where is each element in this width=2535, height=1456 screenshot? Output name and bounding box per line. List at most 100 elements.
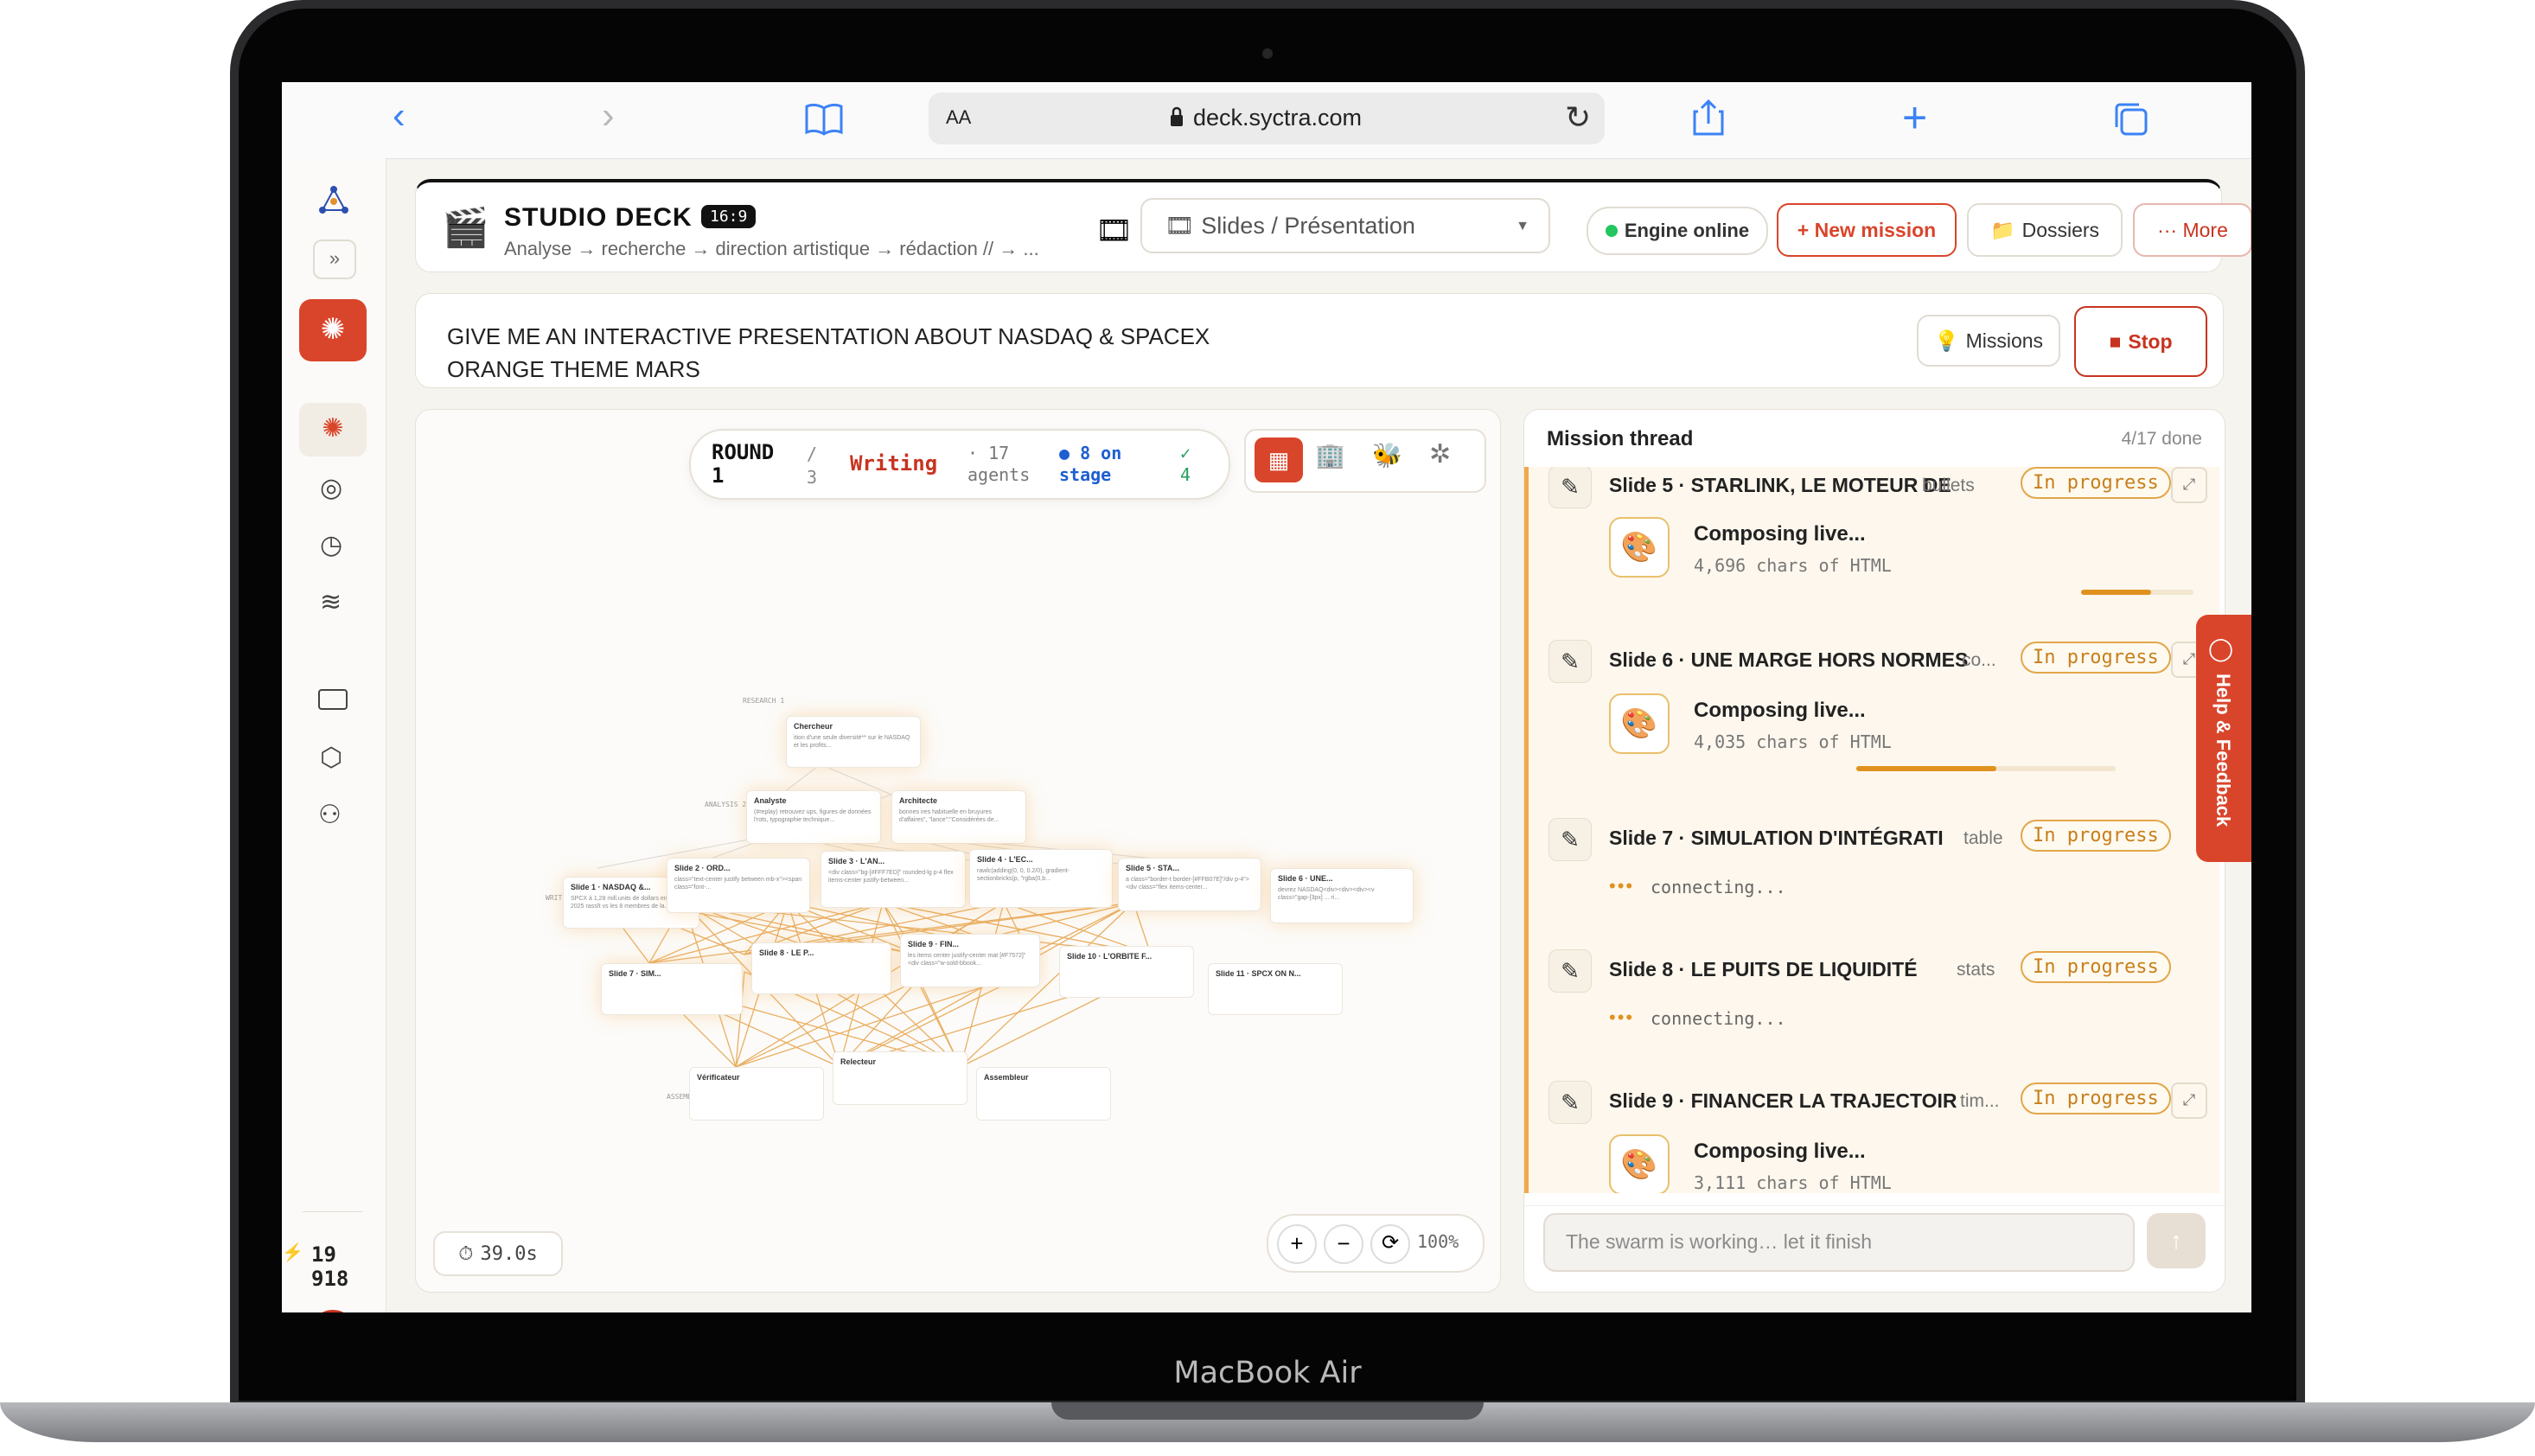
format-select-value: Slides / Présentation xyxy=(1201,212,1415,239)
thread-composer: The swarm is working… let it finish ↑ xyxy=(1524,1205,2225,1292)
on-stage-count: ● 8 on stage xyxy=(1059,443,1122,485)
compose-detail: 4,035 chars of HTML xyxy=(1694,731,1892,752)
dossiers-label: Dossiers xyxy=(2021,218,2100,241)
agent-node[interactable]: Assembleur xyxy=(976,1067,1111,1121)
progress-rail xyxy=(1524,467,1529,623)
compose-progress-track xyxy=(1856,766,2116,771)
reload-icon[interactable]: ↻ xyxy=(1565,99,1591,136)
nav-compass-icon[interactable]: ◎ xyxy=(320,473,342,503)
progress-rail xyxy=(1524,623,1529,799)
agent-node[interactable]: Architecte bonnes ires habituelle en bruy… xyxy=(891,790,1026,844)
nav-history-icon[interactable]: ◷ xyxy=(320,530,342,560)
agent-node[interactable]: Chercheur ition d'une seule diversité** s… xyxy=(786,716,921,768)
progress-rail xyxy=(1524,799,1529,930)
pencil-icon: ✎ xyxy=(1548,467,1592,508)
round-label: ROUND 1 xyxy=(712,440,775,488)
back-icon[interactable]: ‹ xyxy=(393,94,405,137)
agent-node[interactable]: Slide 10 · L'ORBITE F... xyxy=(1059,946,1194,998)
new-tab-icon[interactable]: + xyxy=(1902,93,1927,143)
reader-button[interactable]: AA xyxy=(946,106,971,129)
zoom-out-button[interactable]: − xyxy=(1324,1224,1363,1264)
primary-action-button[interactable]: ✺ xyxy=(299,299,367,361)
slide-title: Slide 7 · SIMULATION D'INTÉGRATI xyxy=(1609,827,1944,849)
more-button[interactable]: ··· More xyxy=(2133,203,2251,257)
progress-rail xyxy=(1524,930,1529,1062)
agent-node[interactable]: Slide 7 · SIM... xyxy=(601,963,743,1015)
nav-swarm-icon[interactable]: ✺ xyxy=(299,403,367,457)
left-rail: » ✺ ✺ ◎ ◷ ≋ ⬡ ⚇ ⚡ 19 918 Y xyxy=(282,158,386,1312)
address-bar[interactable]: AA deck.syctra.com ↻ xyxy=(929,93,1605,144)
bookmarks-icon[interactable] xyxy=(804,101,844,136)
agent-node[interactable]: Analyste (#replay) retrouvez ups, figures… xyxy=(746,790,881,844)
status-badge: In progress xyxy=(2021,820,2171,852)
help-feedback-label: Help & Feedback xyxy=(2213,674,2234,827)
nav-billing-icon[interactable] xyxy=(318,689,348,710)
mission-thread-panel: Mission thread 4/17 done ✎ Slide 5 · STA… xyxy=(1523,409,2225,1293)
agent-node[interactable]: Relecteur xyxy=(833,1051,967,1105)
missions-label: Missions xyxy=(1965,329,2044,352)
message-input[interactable]: The swarm is working… let it finish xyxy=(1543,1213,2135,1272)
message-input-placeholder: The swarm is working… let it finish xyxy=(1566,1230,1873,1253)
swarm-canvas[interactable]: ROUND 1 / 3 Writing · 17 agents ● 8 on s… xyxy=(415,409,1501,1293)
studio-header: 🎬 STUDIO DECK 16:9 Analyse → recherche →… xyxy=(415,179,2251,272)
slide-type: table xyxy=(1964,828,2003,848)
thread-item[interactable]: ✎ Slide 8 · LE PUITS DE LIQUIDITÉ stats … xyxy=(1524,930,2219,1063)
expand-icon[interactable]: ⤢ xyxy=(2171,467,2207,503)
nav-layers-icon[interactable]: ≋ xyxy=(320,587,342,617)
rail-divider xyxy=(303,1211,363,1212)
expand-rail-button[interactable]: » xyxy=(313,239,356,279)
share-icon[interactable] xyxy=(1691,98,1726,137)
agents-count: · 17 agents xyxy=(967,443,1031,485)
compose-state: Composing live... xyxy=(1694,699,1866,722)
web-view-icon[interactable]: ✲ xyxy=(1429,439,1451,469)
nav-cube-icon[interactable]: ⬡ xyxy=(320,743,342,773)
agent-node[interactable]: Slide 4 · L'EC... rawlc(adding(0, 0, 0.2/… xyxy=(969,849,1113,908)
slide-title: Slide 6 · UNE MARGE HORS NORMES xyxy=(1609,648,1969,671)
pencil-icon: ✎ xyxy=(1548,640,1592,683)
reset-view-button[interactable]: ⟳ xyxy=(1370,1224,1410,1264)
thread-item[interactable]: ✎ Slide 6 · UNE MARGE HORS NORMES co... … xyxy=(1524,623,2219,800)
agent-node[interactable]: Slide 9 · FIN... les items center justify… xyxy=(900,934,1040,987)
output-format-select[interactable]: 🎞 Slides / Présentation ▼ xyxy=(1140,198,1550,253)
connect-state: connecting... xyxy=(1651,1008,1786,1029)
stop-icon: ■ xyxy=(2109,329,2122,353)
send-button[interactable]: ↑ xyxy=(2147,1213,2206,1268)
thread-title: Mission thread xyxy=(1547,427,1694,450)
agent-node[interactable]: Slide 2 · ORD... class="text-center justi… xyxy=(667,858,810,913)
graph-view-icon[interactable]: ▦ xyxy=(1255,437,1303,482)
zoom-in-button[interactable]: + xyxy=(1277,1224,1317,1264)
missions-button[interactable]: 💡 Missions xyxy=(1917,315,2060,367)
dossiers-button[interactable]: 📁 Dossiers xyxy=(1967,203,2123,257)
agent-node[interactable]: Slide 8 · LE P... xyxy=(751,942,891,994)
thread-item[interactable]: ✎ Slide 9 · FINANCER LA TRAJECTOIR tim..… xyxy=(1524,1062,2219,1193)
help-feedback-tab[interactable]: ◯ Help & Feedback xyxy=(2196,615,2251,862)
agent-node[interactable]: Slide 6 · UNE... devrez NASDAQ<div><div><… xyxy=(1270,868,1414,923)
nav-users-icon[interactable]: ⚇ xyxy=(318,800,342,830)
engine-status-badge: Engine online xyxy=(1587,207,1768,255)
stopwatch-icon: ⏱ xyxy=(458,1242,474,1265)
prompt-line-1[interactable]: GIVE ME AN INTERACTIVE PRESENTATION ABOU… xyxy=(447,323,1210,350)
bee-view-icon[interactable]: 🐝 xyxy=(1372,441,1402,469)
url-text: deck.syctra.com xyxy=(1193,105,1363,131)
thread-item[interactable]: ✎ Slide 5 · STARLINK, LE MOTEUR DE bulle… xyxy=(1524,467,2219,623)
stop-button[interactable]: ■ Stop xyxy=(2074,306,2207,377)
forward-icon[interactable]: › xyxy=(602,94,615,137)
pencil-icon: ✎ xyxy=(1548,818,1592,861)
thread-item[interactable]: ✎ Slide 7 · SIMULATION D'INTÉGRATI table… xyxy=(1524,799,2219,931)
tabs-overview-icon[interactable] xyxy=(2113,101,2149,137)
agent-node[interactable]: Slide 5 · STA... a class="border-t border… xyxy=(1118,858,1261,911)
agent-node[interactable]: Slide 11 · SPCX ON N... xyxy=(1208,963,1343,1015)
app-logo-icon[interactable] xyxy=(316,182,351,217)
prompt-line-2[interactable]: ORANGE THEME MARS xyxy=(447,356,700,383)
loading-dots-icon: ••• xyxy=(1609,1006,1635,1028)
agent-node[interactable]: Vérificateur xyxy=(689,1067,824,1121)
building-view-icon[interactable]: 🏢 xyxy=(1315,441,1345,469)
compose-state: Composing live... xyxy=(1694,1140,1866,1163)
expand-icon[interactable]: ⤢ xyxy=(2171,1082,2207,1119)
new-mission-button[interactable]: + New mission xyxy=(1777,203,1957,257)
user-avatar[interactable]: Y xyxy=(310,1310,356,1312)
agent-node[interactable]: Slide 3 · L'AN... <div class="bg-[#FFF7ED… xyxy=(821,851,966,908)
chat-bubble-icon: ◯ xyxy=(2208,635,2234,661)
round-total: / 3 xyxy=(807,444,818,488)
zoom-level: 100% xyxy=(1417,1231,1459,1252)
